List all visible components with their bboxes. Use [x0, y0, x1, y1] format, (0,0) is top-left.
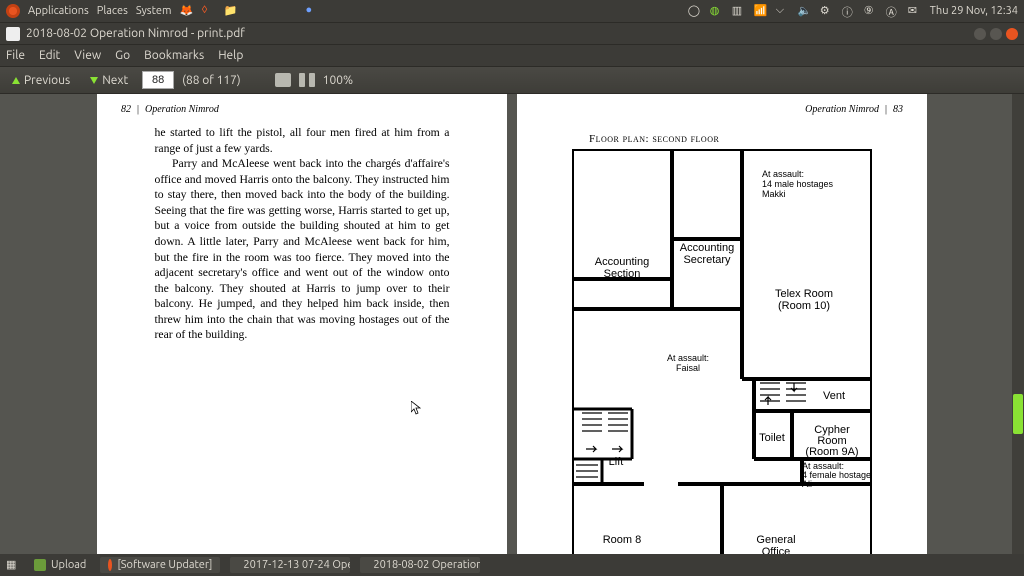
minimize-button[interactable]: [974, 28, 986, 40]
window-titlebar: 2018-08-02 Operation Nimrod - print.pdf: [0, 22, 1024, 44]
label-cypher-room: CypherRoom(Room 9A): [805, 424, 858, 458]
running-title: Operation Nimrod: [805, 104, 879, 115]
volume-icon[interactable]: 🔈: [798, 4, 812, 18]
floorplan-caption: Floor plan: second floor: [589, 133, 903, 145]
mail-icon[interactable]: ✉: [908, 4, 922, 18]
note-assault-faisal: At assault:Faisal: [667, 353, 709, 373]
clock[interactable]: Thu 29 Nov, 12:34: [930, 5, 1018, 17]
label-lift: Lift: [609, 456, 624, 468]
indicator-i-icon[interactable]: ⓘ: [842, 4, 856, 18]
toolbar: Previous Next (88 of 117) 100%: [0, 66, 1024, 94]
bluetooth-icon[interactable]: ⌵: [776, 4, 790, 18]
page-number: 82: [121, 104, 131, 115]
view-single-icon[interactable]: [275, 73, 291, 87]
label-toilet: Toilet: [759, 432, 785, 444]
body-para: he started to lift the pistol, all four …: [155, 125, 450, 156]
page-number: 83: [893, 104, 903, 115]
app-icon[interactable]: ●: [305, 4, 319, 18]
menu-applications[interactable]: Applications: [28, 5, 89, 17]
system-menubar: Applications Places System 🦊 ◊ 📁 ● ◯ ◍ ▥…: [0, 0, 1024, 22]
distro-logo-icon[interactable]: [6, 4, 20, 18]
svg-text:AccountingSecretary: AccountingSecretary: [680, 242, 734, 266]
task-upload[interactable]: Upload: [30, 557, 90, 573]
menu-go[interactable]: Go: [115, 49, 130, 62]
body-para: Parry and McAleese went back into the ch…: [155, 156, 450, 343]
svg-text:AccountingSection: AccountingSection: [595, 256, 649, 280]
page-right: Operation Nimrod | 83 Floor plan: second…: [517, 94, 927, 554]
task-doc-2[interactable]: 2018-08-02 Operation …: [360, 557, 480, 573]
location-icon[interactable]: ◯: [688, 4, 702, 18]
prev-label: Previous: [24, 74, 70, 87]
files-icon[interactable]: 📁: [223, 4, 237, 18]
label-accounting-section: Accounting: [595, 256, 649, 268]
wifi-icon[interactable]: 📶: [754, 4, 768, 18]
menu-places[interactable]: Places: [97, 5, 128, 17]
indicator-9-icon[interactable]: ⑨: [864, 4, 878, 18]
taskbar: ▦ Upload [Software Updater] 2017-12-13 0…: [0, 554, 1024, 576]
page-left: 82 | Operation Nimrod he started to lift…: [97, 94, 507, 554]
label-room8: Room 8: [603, 534, 642, 546]
pdf-icon: [6, 27, 20, 41]
label-general-office: GeneralOffice(Room 9): [753, 534, 799, 554]
window-title: 2018-08-02 Operation Nimrod - print.pdf: [26, 27, 245, 40]
arrow-down-icon: [90, 77, 98, 84]
label-vent: Vent: [823, 390, 845, 402]
firefox-icon[interactable]: 🦊: [179, 4, 193, 18]
arrow-up-icon: [12, 77, 20, 84]
next-label: Next: [102, 74, 128, 87]
note-assault-telex: At assault:14 male hostagesMakki: [762, 169, 834, 199]
menu-system[interactable]: System: [136, 5, 172, 17]
maximize-button[interactable]: [990, 28, 1002, 40]
menu-help[interactable]: Help: [218, 49, 243, 62]
scrollbar-thumb[interactable]: [1013, 394, 1023, 434]
document-viewport[interactable]: 82 | Operation Nimrod he started to lift…: [0, 94, 1024, 554]
page-input[interactable]: [142, 71, 174, 89]
zoom-level[interactable]: 100%: [323, 74, 353, 87]
brave-icon[interactable]: ◊: [201, 4, 215, 18]
app-menubar: File Edit View Go Bookmarks Help: [0, 44, 1024, 66]
task-software-updater[interactable]: [Software Updater]: [100, 557, 220, 573]
indicator-a-icon[interactable]: Ⓐ: [886, 4, 900, 18]
menu-bookmarks[interactable]: Bookmarks: [144, 49, 204, 62]
close-button[interactable]: [1006, 28, 1018, 40]
show-desktop-icon[interactable]: ▦: [6, 558, 20, 572]
floorplan-diagram: AccountingSection AccountingSecretary Te…: [572, 149, 872, 554]
menu-view[interactable]: View: [74, 49, 101, 62]
view-dual-icon[interactable]: [299, 73, 315, 87]
mouse-cursor-icon: [411, 401, 421, 415]
prev-page-button[interactable]: Previous: [6, 72, 76, 89]
running-title: Operation Nimrod: [145, 104, 219, 115]
page-total: (88 of 117): [182, 74, 241, 87]
next-page-button[interactable]: Next: [84, 72, 134, 89]
drive-icon[interactable]: ▥: [732, 4, 746, 18]
vertical-scrollbar[interactable]: [1012, 94, 1024, 554]
label-accounting-secretary: Accounting: [680, 242, 734, 254]
task-doc-1[interactable]: 2017-12-13 07-24 Oper …: [230, 557, 350, 573]
menu-edit[interactable]: Edit: [39, 49, 60, 62]
sync-icon[interactable]: ◍: [710, 4, 724, 18]
label-telex-room: Telex Room(Room 10): [775, 288, 833, 312]
menu-file[interactable]: File: [6, 49, 25, 62]
gear-icon[interactable]: ⚙: [820, 4, 834, 18]
